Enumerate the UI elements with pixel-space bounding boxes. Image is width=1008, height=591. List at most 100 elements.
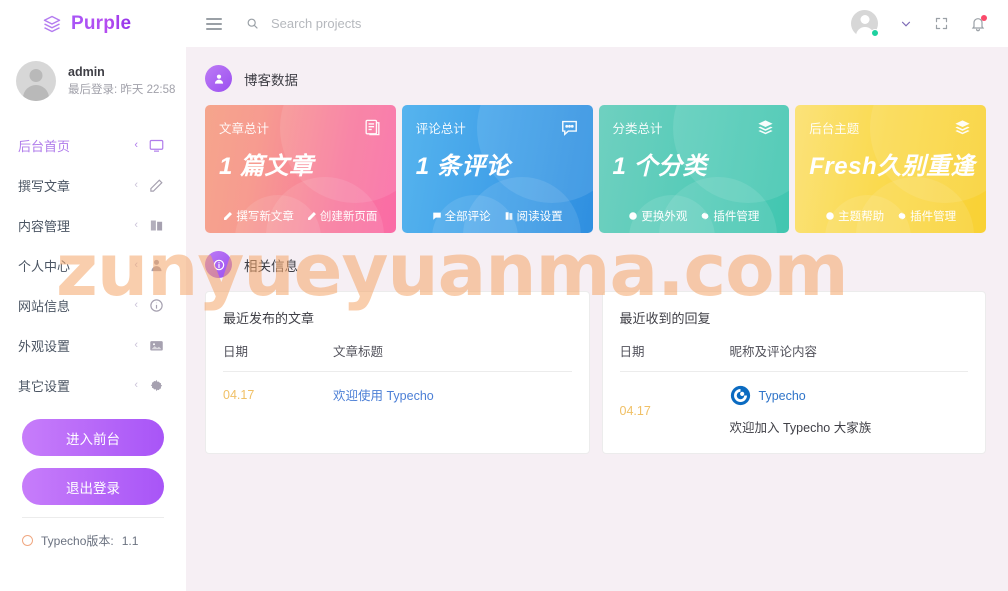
card-link-label: 插件管理 (713, 211, 760, 223)
version-info: Typecho版本: 1.1 (0, 518, 186, 549)
card-value: 1 篇文章 (219, 153, 314, 180)
table-header-row: 日期 文章标题 (223, 341, 572, 372)
main-area: 博客数据 文章总计 1 篇文章 撰 (186, 0, 1008, 591)
pencil-icon (149, 178, 164, 193)
hamburger-icon[interactable] (206, 17, 222, 30)
section-header-blog-data: 博客数据 (205, 65, 986, 92)
layers-icon (953, 118, 972, 137)
avatar (16, 61, 56, 101)
sidebar-item-profile[interactable]: 个人中心 ‹ (0, 245, 186, 285)
sidebar-item-label: 其它设置 (18, 378, 71, 394)
sidebar-item-appearance[interactable]: 外观设置 ‹ (0, 325, 186, 365)
panel-recent-posts: 最近发布的文章 日期 文章标题 04.17 欢迎使用 Typecho (205, 291, 590, 454)
card-link-label: 全部评论 (444, 211, 491, 223)
section-title: 相关信息 (244, 258, 298, 274)
go-to-frontend-button[interactable]: 进入前台 (22, 419, 164, 456)
brand-name: Purple (71, 12, 132, 34)
section-title: 博客数据 (244, 72, 298, 88)
card-link-all-comments[interactable]: 全部评论 (432, 208, 491, 224)
circle-icon (22, 535, 33, 546)
stat-card-categories[interactable]: 分类总计 1 个分类 更换外观 插件管理 (598, 105, 790, 233)
panel-title: 最近收到的回复 (619, 311, 711, 326)
card-link-label: 插件管理 (910, 211, 957, 223)
stat-cards: 文章总计 1 篇文章 撰写新文章 创建新页面 评论总计 1 条评论 全部评论 阅… (205, 105, 986, 233)
status-badge (871, 29, 879, 37)
sidebar-item-site-info[interactable]: 网站信息 ‹ (0, 285, 186, 325)
sidebar-item-label: 后台首页 (18, 138, 71, 154)
layers-icon (42, 14, 62, 34)
panel-recent-replies: 最近收到的回复 日期 昵称及评论内容 04.17 Typecho 欢迎加入 Ty… (601, 291, 986, 454)
search-bar (246, 16, 851, 31)
circle-icon (826, 212, 834, 220)
typecho-logo (730, 385, 751, 406)
card-link-theme-help[interactable]: 主题帮助 (825, 208, 884, 224)
card-label: 后台主题 (809, 122, 860, 136)
cell-date: 04.17 (223, 387, 255, 402)
table-row: 04.17 Typecho 欢迎加入 Typecho 大家族 (620, 372, 969, 437)
card-link-plugins[interactable]: 插件管理 (897, 208, 956, 224)
sidebar-user[interactable]: admin 最后登录: 昨天 22:58 (0, 47, 186, 115)
chevron-down-icon[interactable] (899, 17, 913, 31)
comment-icon (560, 118, 579, 137)
book-icon (505, 212, 512, 220)
sidebar-item-content[interactable]: 内容管理 ‹ (0, 205, 186, 245)
sidebar-item-label: 个人中心 (18, 258, 71, 274)
gear-icon (149, 378, 164, 393)
table-row: 04.17 欢迎使用 Typecho (223, 372, 572, 405)
content-area: 博客数据 文章总计 1 篇文章 撰写新文章 创建新页面 评论总计 1 条评论 全… (186, 47, 1008, 591)
card-link-label: 撰写新文章 (236, 211, 294, 223)
sidebar-item-write-post[interactable]: 撰写文章 ‹ (0, 165, 186, 205)
search-input[interactable] (271, 16, 531, 31)
chevron-left-icon: ‹ (134, 219, 138, 231)
section-header-related-info: 相关信息 (205, 251, 986, 278)
info-badge-icon (205, 251, 232, 278)
reply-author[interactable]: Typecho (759, 389, 806, 403)
stat-card-theme[interactable]: 后台主题 Fresh久别重逢 主题帮助 插件管理 (795, 105, 986, 233)
stat-card-comments[interactable]: 评论总计 1 条评论 全部评论 阅读设置 (401, 105, 593, 233)
sidebar-nav: 后台首页 ‹ 撰写文章 ‹ 内容管理 ‹ 个人中心 ‹ 网站信息 ‹ 外观设置 … (0, 125, 186, 405)
cell-post-title-link[interactable]: 欢迎使用 Typecho (333, 372, 572, 405)
sidebar-item-label: 外观设置 (18, 338, 71, 354)
info-panels: 最近发布的文章 日期 文章标题 04.17 欢迎使用 Typecho 最近收到的… (205, 291, 986, 454)
cell-reply: Typecho 欢迎加入 Typecho 大家族 (730, 372, 969, 437)
card-link-reading-settings[interactable]: 阅读设置 (504, 208, 563, 224)
bell-icon[interactable] (970, 14, 987, 32)
monitor-icon (149, 138, 164, 153)
gear-icon (898, 212, 906, 220)
card-link-new-post[interactable]: 撰写新文章 (223, 208, 294, 224)
fullscreen-icon[interactable] (934, 16, 949, 31)
chevron-left-icon: ‹ (134, 339, 138, 351)
card-link-label: 创建新页面 (319, 211, 378, 223)
avatar[interactable] (851, 10, 879, 40)
column-header-nickname-content: 昵称及评论内容 (729, 341, 968, 372)
chevron-left-icon: ‹ (134, 139, 138, 151)
card-link-change-theme[interactable]: 更换外观 (628, 208, 687, 224)
panel-title: 最近发布的文章 (223, 311, 315, 326)
card-link-new-page[interactable]: 创建新页面 (307, 208, 378, 224)
book-icon (149, 218, 164, 233)
comment-dot-icon (432, 212, 441, 220)
table-header-row: 日期 昵称及评论内容 (619, 341, 968, 372)
card-value: 1 条评论 (415, 153, 511, 180)
reply-content: 欢迎加入 Typecho 大家族 (729, 421, 872, 435)
column-header-title: 文章标题 (333, 341, 572, 372)
card-link-plugins[interactable]: 插件管理 (700, 208, 759, 224)
palette-icon (629, 212, 638, 220)
sidebar-item-dashboard[interactable]: 后台首页 ‹ (0, 125, 186, 165)
topbar-actions (851, 10, 987, 40)
brand-logo[interactable]: Purple (0, 0, 186, 47)
version-value: 1.1 (121, 533, 139, 548)
logout-button[interactable]: 退出登录 (22, 468, 164, 505)
sidebar-item-other-settings[interactable]: 其它设置 ‹ (0, 365, 186, 405)
topbar (186, 0, 1008, 47)
card-label: 文章总计 (219, 122, 270, 136)
layers-icon (756, 118, 775, 137)
version-label: Typecho版本: (41, 534, 114, 548)
chevron-left-icon: ‹ (134, 179, 138, 191)
stat-card-posts[interactable]: 文章总计 1 篇文章 撰写新文章 创建新页面 (205, 105, 396, 233)
user-icon (149, 258, 164, 273)
card-value: 1 个分类 (612, 153, 708, 180)
recent-posts-table: 日期 文章标题 04.17 欢迎使用 Typecho (223, 341, 572, 404)
notification-dot (981, 14, 987, 21)
card-value: Fresh久别重逢 (809, 153, 976, 180)
